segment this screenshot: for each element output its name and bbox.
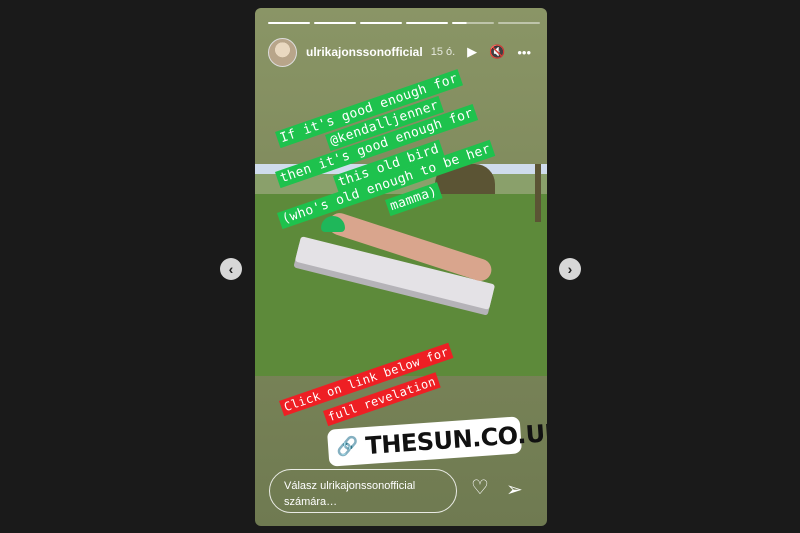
link-sticker-text: THESUN.CO.UK: [364, 417, 547, 460]
next-story-button[interactable]: ›: [559, 258, 581, 280]
progress-segment: [498, 22, 540, 24]
progress-segment: [406, 22, 448, 24]
reply-placeholder-line1: Válasz ulrikajonssonofficial: [284, 480, 416, 492]
link-sticker[interactable]: 🔗 THESUN.CO.UK: [326, 416, 547, 467]
previous-story-button[interactable]: ‹: [220, 258, 242, 280]
more-icon[interactable]: •••: [517, 45, 531, 60]
mute-icon[interactable]: 🔇: [489, 44, 505, 60]
avatar[interactable]: [268, 37, 297, 67]
progress-segment: [268, 22, 310, 24]
reply-input[interactable]: Válasz ulrikajonssonofficial számára…: [269, 469, 457, 513]
story-progress: [268, 22, 540, 24]
reply-placeholder-line2: számára…: [284, 496, 338, 508]
progress-segment: [360, 22, 402, 24]
username[interactable]: ulrikajonssonofficial: [306, 45, 423, 59]
story-viewer: ulrikajonssonofficial 15 ó. ▶ 🔇 ••• If i…: [255, 8, 547, 526]
send-icon[interactable]: ➢: [506, 477, 523, 502]
link-icon: 🔗: [335, 435, 360, 458]
tree: [535, 164, 541, 222]
heart-icon[interactable]: ♡: [471, 475, 489, 500]
post-time: 15 ó.: [430, 46, 456, 58]
progress-segment-current: [452, 22, 494, 24]
story-header: ulrikajonssonofficial 15 ó. ▶ 🔇 •••: [268, 37, 535, 67]
progress-segment: [314, 22, 356, 24]
play-icon[interactable]: ▶: [467, 44, 477, 60]
